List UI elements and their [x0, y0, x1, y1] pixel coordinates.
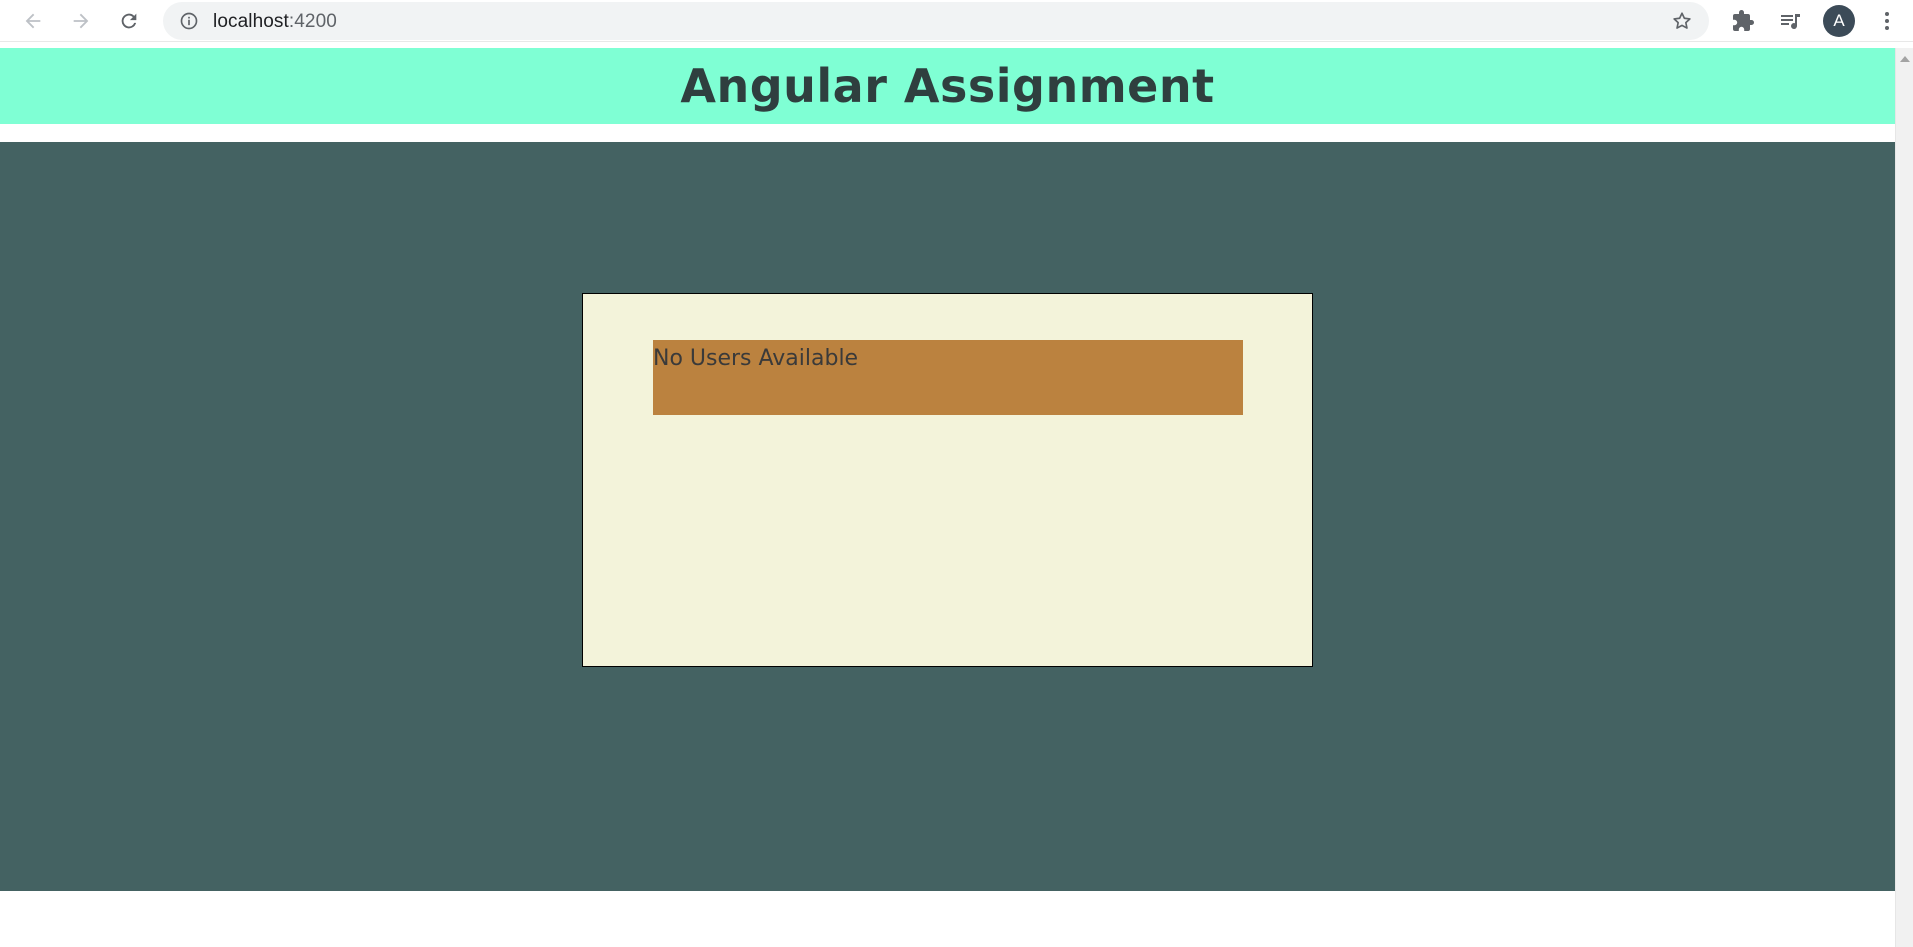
users-card: No Users Available: [582, 293, 1313, 667]
empty-state-message: No Users Available: [653, 346, 859, 371]
media-button[interactable]: [1776, 7, 1804, 35]
kebab-menu-icon: [1885, 12, 1889, 30]
scroll-up-arrow-icon[interactable]: [1900, 56, 1910, 62]
page-title: Angular Assignment: [680, 59, 1215, 113]
browser-toolbar: localhost:4200 A: [0, 0, 1913, 42]
profile-avatar[interactable]: A: [1823, 5, 1855, 37]
reload-icon: [121, 13, 137, 29]
forward-button[interactable]: [65, 5, 97, 37]
back-button[interactable]: [17, 5, 49, 37]
reload-button[interactable]: [113, 5, 145, 37]
main-content: No Users Available: [0, 142, 1895, 891]
app-header: Angular Assignment: [0, 48, 1895, 124]
puzzle-icon: [1733, 10, 1754, 31]
info-icon[interactable]: [179, 11, 199, 31]
forward-arrow-icon: [73, 13, 89, 29]
empty-state-item: No Users Available: [653, 340, 1243, 415]
url-text[interactable]: localhost:4200: [213, 11, 337, 33]
media-queue-icon: [1781, 14, 1800, 30]
url-host: localhost: [213, 11, 289, 32]
star-icon[interactable]: [1671, 10, 1693, 32]
url-port: :4200: [288, 11, 337, 32]
extensions-button[interactable]: [1729, 7, 1757, 35]
browser-menu-button[interactable]: [1873, 7, 1901, 35]
address-bar[interactable]: localhost:4200: [163, 2, 1709, 40]
page-viewport: Angular Assignment No Users Available: [0, 48, 1895, 947]
back-arrow-icon: [25, 13, 41, 29]
vertical-scrollbar[interactable]: [1895, 48, 1913, 947]
